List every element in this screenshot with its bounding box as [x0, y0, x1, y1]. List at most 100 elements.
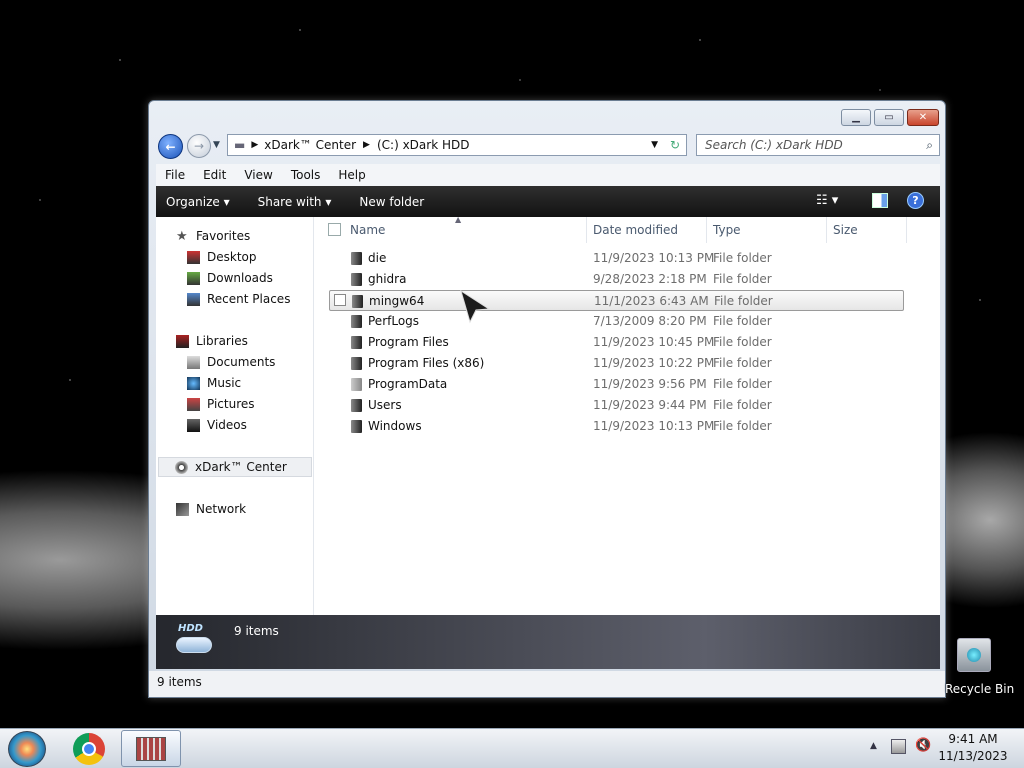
new-folder-button[interactable]: New folder [349, 195, 434, 209]
select-all-checkbox[interactable] [328, 223, 341, 236]
explorer-taskbar-button[interactable] [121, 730, 181, 767]
recycle-bin-icon [957, 638, 991, 672]
show-hidden-icons-icon[interactable]: ▲ [870, 741, 877, 751]
forward-arrow-icon: → [193, 139, 205, 153]
menu-edit[interactable]: Edit [194, 168, 235, 182]
file-name: Windows [368, 419, 422, 433]
drive-icon: ▬ [234, 138, 246, 152]
start-button[interactable] [8, 731, 46, 767]
file-name: ghidra [368, 272, 407, 286]
breadcrumb-computer[interactable]: xDark™ Center [264, 138, 356, 152]
menu-file[interactable]: File [156, 168, 194, 182]
recent-pages-dropdown[interactable]: ▼ [213, 140, 220, 150]
nav-favorites-label: Favorites [196, 229, 251, 243]
menu-tools[interactable]: Tools [282, 168, 330, 182]
preview-pane-icon[interactable] [872, 193, 888, 208]
command-bar: Organize ▾ Share with ▾ New folder ☷ ▾ ? [156, 186, 940, 217]
nav-network[interactable]: Network [176, 499, 246, 519]
file-date: 11/9/2023 10:22 PM [593, 356, 715, 370]
file-type: File folder [713, 272, 772, 286]
taskbar: ▲ 🔇 9:41 AM 11/13/2023 [0, 728, 1024, 768]
network-tray-icon[interactable] [891, 739, 906, 754]
libraries-icon [176, 334, 189, 348]
hdd-logo-text: HDD [178, 623, 203, 634]
clock-time: 9:41 AM [948, 732, 998, 746]
menu-help[interactable]: Help [329, 168, 374, 182]
nav-pictures-label: Pictures [207, 397, 255, 411]
column-size[interactable]: Size [827, 217, 907, 243]
file-type: File folder [713, 356, 772, 370]
column-date-modified[interactable]: Date modified [587, 217, 707, 243]
table-row[interactable]: Program Files 11/9/2023 10:45 PM File fold… [329, 332, 904, 353]
nav-favorites[interactable]: ★ Favorites [176, 226, 250, 246]
table-row[interactable]: Windows 11/9/2023 10:13 PM File folder [329, 416, 904, 437]
table-row[interactable]: ghidra 9/28/2023 2:18 PM File folder [329, 269, 904, 290]
folder-icon [351, 252, 362, 265]
view-options-icon[interactable]: ☷ ▾ [816, 193, 838, 208]
breadcrumb-drive[interactable]: (C:) xDark HDD [377, 138, 470, 152]
file-date: 11/9/2023 10:13 PM [593, 251, 715, 265]
computer-icon [175, 460, 188, 474]
column-size-label: Size [833, 223, 858, 237]
maximize-button[interactable]: ▭ [874, 109, 904, 126]
search-input[interactable]: Search (C:) xDark HDD ⌕ [696, 134, 940, 156]
search-icon[interactable]: ⌕ [926, 138, 933, 153]
table-row[interactable]: Users 11/9/2023 9:44 PM File folder [329, 395, 904, 416]
menu-bar: File Edit View Tools Help [156, 164, 940, 186]
nav-recent-places[interactable]: Recent Places [187, 289, 290, 309]
pictures-icon [187, 397, 200, 411]
table-row[interactable]: Program Files (x86) 11/9/2023 10:22 PM Fil… [329, 353, 904, 374]
folder-icon [351, 399, 362, 412]
organize-button[interactable]: Organize ▾ [156, 195, 240, 209]
file-type: File folder [713, 251, 772, 265]
column-name[interactable]: Name [344, 217, 587, 243]
file-name: ProgramData [368, 377, 448, 391]
forward-button[interactable]: → [187, 134, 211, 158]
chevron-right-icon: ▶ [363, 140, 370, 150]
column-type-label: Type [713, 223, 741, 237]
nav-computer[interactable]: xDark™ Center [158, 457, 312, 477]
row-checkbox[interactable] [334, 294, 346, 306]
nav-documents-label: Documents [207, 355, 276, 369]
file-date: 9/28/2023 2:18 PM [593, 272, 707, 286]
recycle-bin[interactable]: Recycle Bin [944, 636, 1024, 698]
file-date: 11/9/2023 10:13 PM [593, 419, 715, 433]
table-row[interactable]: PerfLogs 7/13/2009 8:20 PM File folder [329, 311, 904, 332]
nav-desktop-label: Desktop [207, 250, 257, 264]
table-row[interactable]: die 11/9/2023 10:13 PM File folder [329, 248, 904, 269]
share-with-button[interactable]: Share with ▾ [248, 195, 342, 209]
clock[interactable]: 9:41 AM 11/13/2023 [930, 731, 1016, 767]
address-bar[interactable]: ▬ ▶ xDark™ Center ▶ (C:) xDark HDD ▼ ↻ [227, 134, 687, 156]
chrome-icon[interactable] [73, 733, 105, 765]
column-name-label: Name [350, 223, 386, 237]
refresh-icon[interactable]: ↻ [670, 138, 680, 152]
file-date: 11/9/2023 9:56 PM [593, 377, 707, 391]
folder-icon [351, 378, 362, 391]
status-item-count: 9 items [157, 675, 202, 689]
nav-libraries[interactable]: Libraries [176, 331, 248, 351]
downloads-icon [187, 271, 200, 285]
volume-muted-icon[interactable]: 🔇 [915, 738, 931, 753]
table-row-hovered[interactable]: mingw64 11/1/2023 6:43 AM File folder [329, 290, 904, 311]
nav-desktop[interactable]: Desktop [187, 247, 257, 267]
close-button[interactable]: ✕ [907, 109, 939, 126]
file-type: File folder [714, 294, 773, 308]
nav-videos[interactable]: Videos [187, 415, 247, 435]
help-icon[interactable]: ? [907, 192, 924, 209]
back-button[interactable]: ← [158, 134, 183, 159]
nav-music[interactable]: Music [187, 373, 241, 393]
share-with-label: Share with [257, 194, 322, 209]
nav-pictures[interactable]: Pictures [187, 394, 255, 414]
column-type[interactable]: Type [707, 217, 827, 243]
column-date-label: Date modified [593, 223, 679, 237]
menu-view[interactable]: View [235, 168, 281, 182]
nav-computer-label: xDark™ Center [195, 460, 287, 474]
star-icon: ★ [176, 228, 188, 244]
nav-documents[interactable]: Documents [187, 352, 275, 372]
minimize-button[interactable]: ▁ [841, 109, 871, 126]
address-dropdown-icon[interactable]: ▼ [651, 140, 658, 150]
explorer-icon [136, 737, 166, 761]
folder-icon [351, 420, 362, 433]
nav-downloads[interactable]: Downloads [187, 268, 273, 288]
table-row[interactable]: ProgramData 11/9/2023 9:56 PM File folder [329, 374, 904, 395]
